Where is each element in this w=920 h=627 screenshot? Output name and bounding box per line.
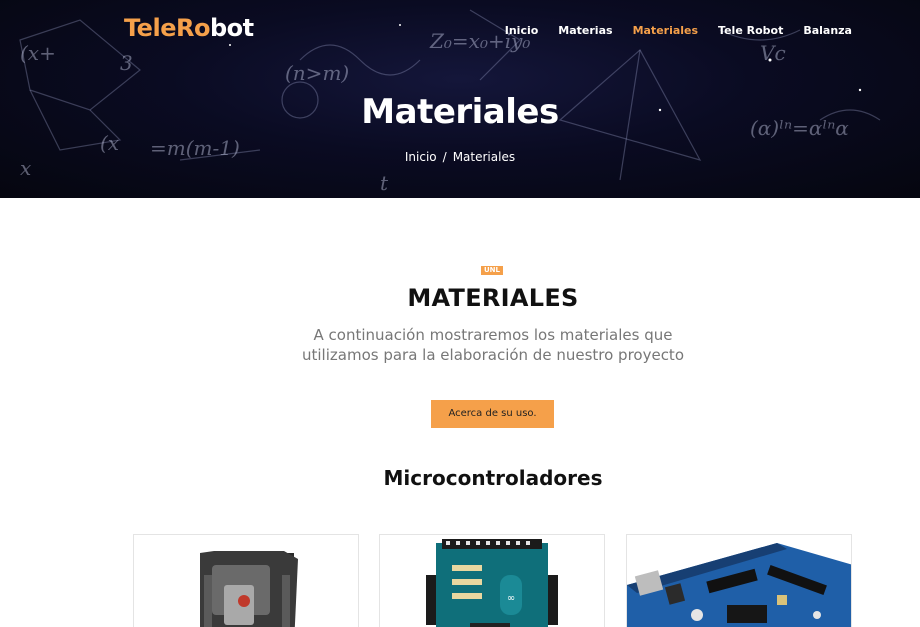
page-title: Materiales (361, 92, 559, 132)
logo-part-le: le (152, 14, 176, 42)
section-badge: UNL (481, 266, 504, 275)
nav-link-inicio[interactable]: Inicio (505, 24, 539, 37)
product-image-arduino-mega: ∞ (426, 539, 558, 627)
main-nav: Inicio Materias Materiales Tele Robot Ba… (505, 24, 852, 37)
breadcrumb-separator: / (442, 150, 447, 164)
svg-text:(n>m): (n>m) (285, 61, 349, 85)
product-card-1[interactable] (133, 534, 359, 627)
microcontrollers-heading: Microcontroladores (383, 466, 603, 490)
site-logo[interactable]: TeleRobot (124, 14, 254, 42)
svg-text:∞: ∞ (507, 593, 515, 604)
nav-link-materiales[interactable]: Materiales (633, 24, 698, 37)
nav-link-materias[interactable]: Materias (558, 24, 612, 37)
product-image-module (200, 551, 298, 627)
breadcrumb-home[interactable]: Inicio (405, 150, 437, 164)
hero-banner: (x+ 3 (x =m(m-1) Z₀=x₀+iy₀ (n>m) (α)ˡⁿ=α… (0, 0, 920, 198)
product-image-arduino-uno (627, 543, 851, 627)
breadcrumb: Inicio / Materiales (0, 150, 920, 164)
about-usage-button[interactable]: Acerca de su uso. (431, 400, 554, 428)
product-card-3[interactable] (626, 534, 852, 627)
svg-text:(x+: (x+ (20, 41, 56, 65)
section-title: MATERIALES (407, 284, 579, 312)
logo-part-ro: Ro (175, 14, 210, 42)
breadcrumb-current: Materiales (452, 150, 516, 164)
svg-text:Vc: Vc (760, 41, 786, 65)
svg-text:3: 3 (120, 51, 133, 75)
nav-link-tele-robot[interactable]: Tele Robot (718, 24, 783, 37)
svg-text:t: t (380, 171, 389, 195)
section-description: A continuación mostraremos los materiale… (302, 326, 684, 364)
product-card-2[interactable]: ∞ (379, 534, 605, 627)
logo-part-te: Te (124, 14, 153, 42)
nav-link-balanza[interactable]: Balanza (803, 24, 852, 37)
logo-part-bot: bot (209, 14, 254, 42)
